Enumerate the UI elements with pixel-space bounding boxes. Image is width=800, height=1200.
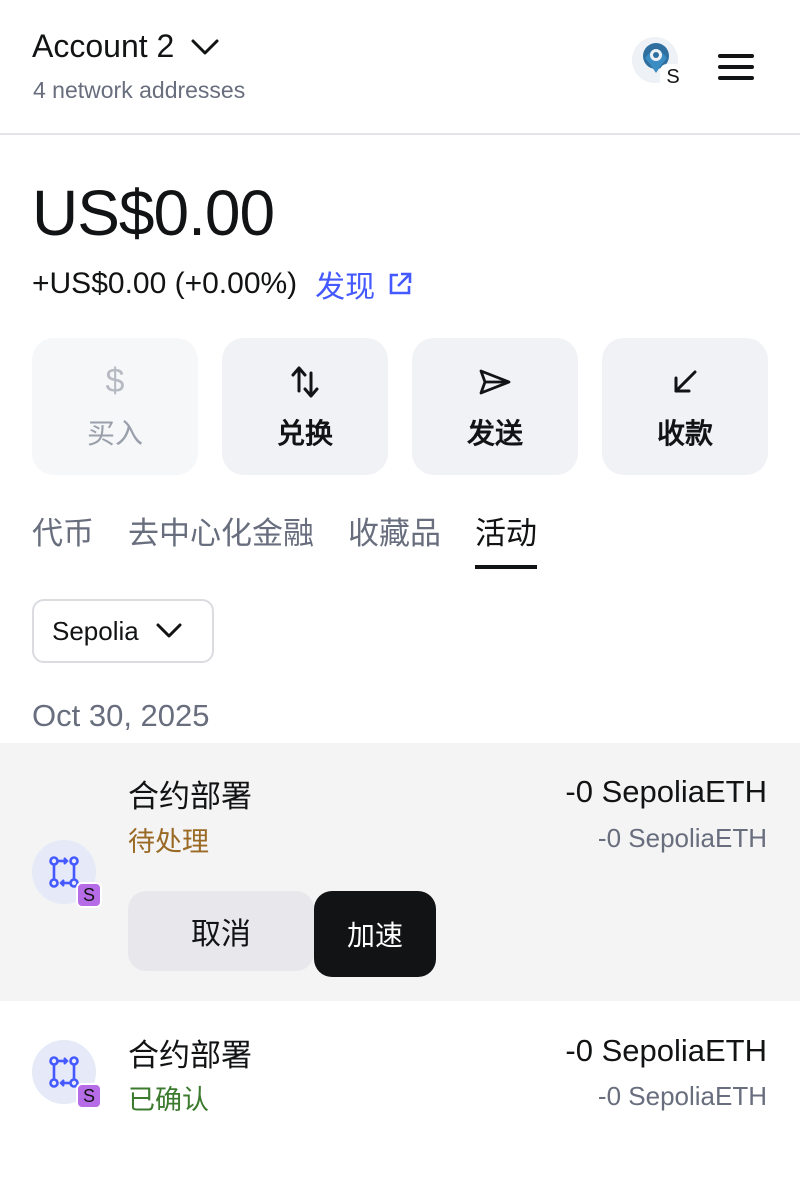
activity-fiat-amount: -0 SepoliaETH [597,823,767,853]
network-filter-value: Sepolia [52,615,139,646]
tab-defi[interactable]: 去中心化金融 [128,508,314,569]
buy-label: 买入 [86,417,143,449]
activity-title: 合约部署 [128,1038,252,1073]
activity-fiat-amount: -0 SepoliaETH [597,1081,767,1111]
activity-date-header: Oct 30, 2025 [32,698,210,733]
tab-nfts[interactable]: 收藏品 [348,508,441,569]
activity-item-confirmed[interactable]: S 合约部署 已确认 -0 SepoliaETH -0 SepoliaETH [0,1001,800,1131]
activity-amount: -0 SepoliaETH [565,1033,767,1068]
activity-title: 合约部署 [128,779,252,814]
chevron-down-icon [191,39,219,54]
buy-button[interactable]: $ 买入 [32,338,198,475]
send-icon [478,362,512,402]
send-button[interactable]: 发送 [412,338,578,475]
tab-activity[interactable]: 活动 [475,508,537,569]
balance-change: +US$0.00 (+0.00%) [32,267,298,300]
app-header: Account 2 4 network addresses S [0,0,800,135]
activity-item-pending[interactable]: S 合约部署 待处理 -0 SepoliaETH -0 SepoliaETH 取… [0,743,800,1001]
receive-label: 收款 [656,417,713,449]
swap-button[interactable]: 兑换 [222,338,388,475]
asset-tabs: 代币 去中心化金融 收藏品 活动 [32,508,537,569]
account-selector[interactable]: Account 2 [32,28,220,65]
speed-up-button[interactable]: 加速 [314,891,436,977]
receive-button[interactable]: 收款 [602,338,768,475]
swap-icon [290,362,320,402]
network-badge: S [76,1083,102,1109]
hamburger-icon-line [718,76,754,80]
total-balance: US$0.00 [32,177,275,249]
hamburger-icon-line [718,65,754,69]
menu-button[interactable] [718,52,756,82]
network-badge: S [660,64,686,90]
network-addresses-link[interactable]: 4 network addresses [33,77,245,104]
activity-status: 已确认 [128,1085,209,1115]
send-label: 发送 [466,417,523,449]
tab-tokens[interactable]: 代币 [32,508,94,569]
discover-label: 发现 [315,271,376,304]
hamburger-icon-line [718,54,754,58]
swap-label: 兑换 [276,417,333,449]
activity-amount: -0 SepoliaETH [565,774,767,809]
cancel-button[interactable]: 取消 [128,891,314,971]
balance-change-row: +US$0.00 (+0.00%) 发现 [32,262,413,306]
action-buttons: $ 买入 兑换 发送 收款 [32,338,768,475]
network-filter-dropdown[interactable]: Sepolia [32,599,214,663]
account-name: Account 2 [32,28,175,64]
chevron-down-icon [156,623,182,638]
network-badge: S [76,882,102,908]
external-link-icon [389,272,412,295]
discover-link[interactable]: 发现 [315,262,413,306]
activity-status: 待处理 [128,827,209,857]
dollar-icon: $ [105,362,125,400]
receive-icon [671,362,699,402]
